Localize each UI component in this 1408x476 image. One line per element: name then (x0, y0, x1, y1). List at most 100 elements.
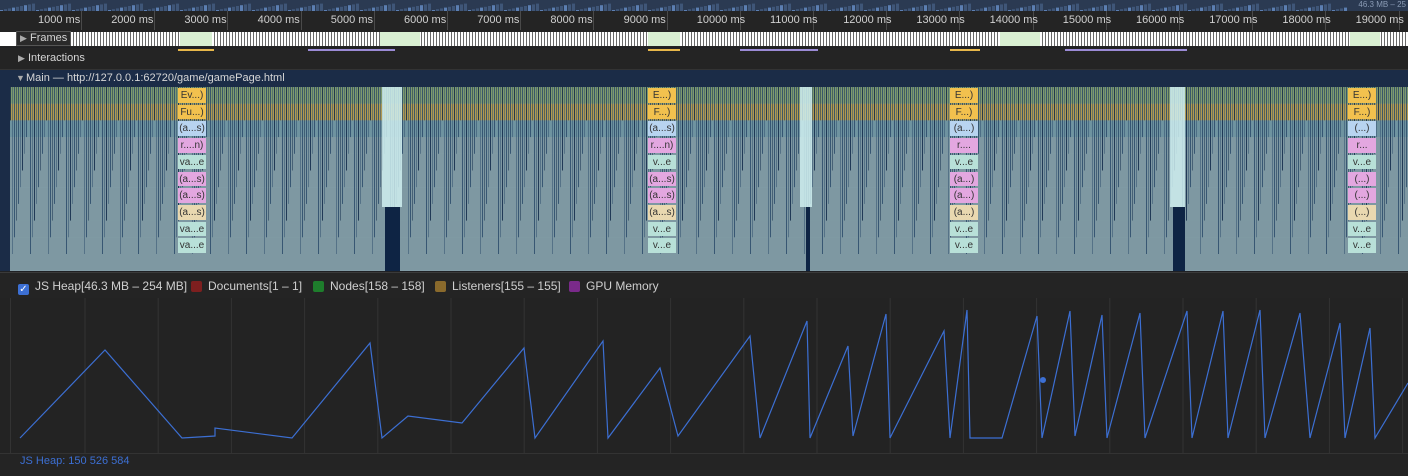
main-thread-track-header[interactable]: ▼Main — http://127.0.0.1:62720/game/game… (0, 70, 1408, 87)
nodes-toggle[interactable]: Nodes[158 – 158] (313, 279, 425, 293)
flame-event-box[interactable]: r....n) (178, 138, 206, 153)
ruler-tick-line (154, 11, 156, 30)
frames-track[interactable] (0, 30, 1408, 47)
flame-event-box[interactable]: v...e (950, 154, 978, 170)
flame-event-box[interactable]: v...e (1348, 238, 1376, 253)
flame-event-box[interactable]: (a...s) (648, 171, 676, 187)
flame-event-box[interactable]: (...) (1348, 188, 1376, 203)
flame-event-box[interactable]: (...) (1348, 204, 1376, 220)
frame-tick (919, 32, 920, 46)
flame-event-box[interactable]: v...e (1348, 221, 1376, 237)
checkbox-unchecked-icon[interactable] (569, 281, 580, 292)
frame-tick (910, 32, 911, 46)
js-heap-chart[interactable] (10, 298, 1408, 453)
flame-event-box[interactable]: v...e (950, 238, 978, 253)
flame-event-box[interactable]: E...) (950, 88, 978, 103)
flame-event-box[interactable]: (a...s) (648, 121, 676, 137)
flame-event-box[interactable]: (...) (1348, 121, 1376, 137)
flame-call-stripe (1230, 87, 1231, 154)
flame-event-box[interactable]: v...e (648, 221, 676, 237)
flame-event-box[interactable]: v...e (1348, 154, 1376, 170)
flame-event-box[interactable]: va...e (178, 221, 206, 237)
flame-call-stripe (932, 87, 933, 238)
flame-event-box[interactable]: F...) (648, 104, 676, 120)
overview-bar (896, 3, 899, 11)
caret-down-icon[interactable]: ▼ (16, 73, 26, 83)
flame-event-box[interactable]: (a...s) (648, 204, 676, 220)
flame-event-box[interactable]: v...e (648, 238, 676, 253)
flame-event-box[interactable]: v...e (950, 221, 978, 237)
checkbox-unchecked-icon[interactable] (313, 281, 324, 292)
frame-tick (970, 32, 971, 46)
flame-event-box[interactable]: v...e (648, 154, 676, 170)
flame-event-box[interactable]: E...) (1348, 88, 1376, 103)
flame-call-stripe (834, 87, 835, 154)
frame-tick (697, 32, 698, 46)
flame-call-stripe (60, 87, 61, 154)
flame-call-stripe (754, 87, 755, 221)
flame-event-box[interactable]: r....n) (648, 138, 676, 153)
flame-event-box[interactable]: (a...s) (178, 171, 206, 187)
flame-call-stripe (128, 87, 129, 188)
time-ruler[interactable]: 1000 ms 2000 ms 3000 ms 4000 ms 5000 ms 6000 … (0, 11, 1408, 31)
flame-call-stripe (1380, 87, 1381, 254)
flame-call-stripe (1090, 87, 1091, 121)
flame-call-stripe (426, 87, 427, 254)
frame-tick (1111, 32, 1112, 46)
flame-call-stripe (72, 87, 73, 204)
checkbox-checked-icon[interactable]: ✓ (18, 284, 29, 295)
js-heap-toggle[interactable]: ✓ JS Heap[46.3 MB – 254 MB] (18, 279, 187, 295)
flame-event-box[interactable]: (a...) (950, 171, 978, 187)
overview-strip[interactable]: 46.3 MB – 25 (0, 0, 1408, 11)
flame-call-stripe (1054, 87, 1055, 121)
flame-call-stripe (1078, 87, 1079, 221)
frame-tick (109, 32, 110, 46)
flame-event-box[interactable]: E...) (648, 88, 676, 103)
flame-call-stripe (460, 87, 461, 121)
overview-bar (176, 3, 179, 11)
flame-call-stripe (1404, 87, 1405, 204)
flame-event-box[interactable]: Ev...) (178, 88, 206, 103)
frames-track-header[interactable]: ▶ Frames (16, 31, 72, 46)
flame-event-box[interactable]: va...e (178, 238, 206, 253)
flame-call-stripe (796, 87, 797, 171)
checkbox-unchecked-icon[interactable] (435, 281, 446, 292)
flame-event-box[interactable]: (a...) (950, 121, 978, 137)
checkbox-unchecked-icon[interactable] (191, 281, 202, 292)
flame-call-stripe (922, 87, 923, 171)
frame-tick (163, 32, 164, 46)
interactions-track[interactable]: ▶ Interactions (0, 48, 1408, 70)
flame-call-stripe (1030, 87, 1031, 171)
flame-event-box[interactable]: F...) (950, 104, 978, 120)
flame-event-box[interactable]: (a...s) (178, 188, 206, 203)
flame-row (10, 170, 1408, 188)
flame-event-box[interactable]: (a...s) (178, 204, 206, 220)
listeners-toggle[interactable]: Listeners[155 – 155] (435, 279, 561, 293)
flame-call-stripe (622, 87, 623, 121)
main-thread-flame-chart[interactable]: Ev...) Fu...) (a...s) r....n) va...e (a...s)(… (10, 87, 1408, 271)
interactions-track-header[interactable]: ▶ Interactions (18, 52, 85, 64)
ruler-tick-label: 3000 ms (184, 14, 227, 26)
flame-event-box[interactable]: (a...) (950, 204, 978, 220)
flame-event-box[interactable]: F...) (1348, 104, 1376, 120)
flame-event-box[interactable]: Fu...) (178, 104, 206, 120)
documents-toggle[interactable]: Documents[1 – 1] (191, 279, 302, 293)
frame-tick (1126, 32, 1127, 46)
frame-tick (607, 32, 608, 46)
caret-right-icon[interactable]: ▶ (18, 53, 28, 64)
flame-event-box[interactable]: (a...s) (178, 121, 206, 137)
flame-event-box[interactable]: r... (1348, 138, 1376, 153)
flame-event-box[interactable]: r.... (950, 138, 978, 153)
flame-call-stripe (534, 87, 535, 254)
flame-call-stripe (296, 87, 297, 138)
flame-event-box[interactable]: (...) (1348, 171, 1376, 187)
flame-call-stripe (450, 87, 451, 204)
frame-tick (1216, 32, 1217, 46)
flame-call-stripe (728, 87, 729, 138)
flame-event-box[interactable]: va...e (178, 154, 206, 170)
flame-event-box[interactable]: (a...s) (648, 188, 676, 203)
caret-right-icon[interactable]: ▶ (20, 32, 30, 45)
gpu-memory-toggle[interactable]: GPU Memory (569, 279, 659, 293)
flame-event-box[interactable]: (a...) (950, 188, 978, 203)
frame-tick (865, 32, 866, 46)
